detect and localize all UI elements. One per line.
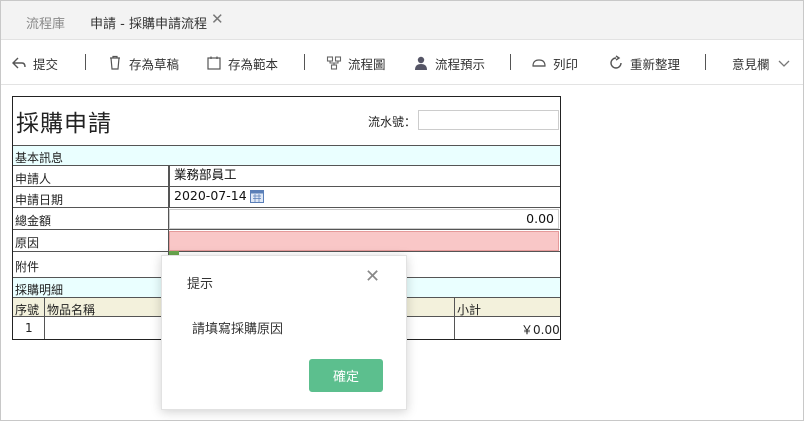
calendar-icon (207, 56, 221, 70)
flowchart-label: 流程圖 (348, 56, 386, 72)
row-reason: 原因 (13, 229, 560, 251)
refresh-button[interactable]: 重新整理 (608, 54, 680, 72)
form-title: 採購申請 (16, 111, 112, 137)
tab-purchase-request[interactable]: 申請 - 採購申請流程 (90, 13, 207, 32)
save-draft-button[interactable]: 存為草稿 (107, 54, 179, 72)
toolbar: 提交 存為草稿 存為範本 流程圖 流程預示 列印 重新整理 意見欄 (1, 41, 803, 85)
trash-icon (110, 55, 120, 70)
tab-process-library[interactable]: 流程庫 (26, 13, 65, 32)
applicant-value: 業務部員工 (169, 166, 558, 186)
refresh-label: 重新整理 (630, 56, 681, 72)
print-label: 列印 (553, 56, 579, 72)
toolbar-divider (85, 54, 86, 70)
tab-bar: 流程庫 申請 - 採購申請流程 ✕ (1, 1, 803, 40)
dialog-message: 請填寫採購原因 (192, 322, 284, 337)
save-template-button[interactable]: 存為範本 (206, 54, 278, 72)
total-amount-field[interactable]: 0.00 (169, 209, 559, 229)
serial-number-field[interactable] (418, 110, 559, 130)
row-applicant: 申請人 業務部員工 (13, 165, 560, 186)
user-icon (415, 56, 427, 70)
section-basic-info: 基本訊息 (13, 145, 560, 165)
toolbar-divider (510, 54, 511, 70)
flowchart-icon (326, 56, 342, 70)
save-draft-label: 存為草稿 (129, 56, 180, 72)
flowchart-button[interactable]: 流程圖 (326, 54, 386, 72)
confirm-button[interactable]: 確定 (309, 359, 383, 392)
toolbar-divider (304, 54, 305, 70)
section-detail-label: 採購明細 (15, 283, 64, 297)
row-subtotal: ￥0.00 (521, 323, 560, 337)
attachment-label: 附件 (15, 260, 40, 274)
apply-date-value[interactable]: 2020-07-14 (169, 187, 558, 207)
submit-label: 提交 (33, 56, 59, 72)
row-number: 1 (25, 321, 33, 335)
flow-preview-button[interactable]: 流程預示 (413, 54, 485, 72)
dialog-close-icon[interactable]: ✕ (365, 267, 380, 287)
tab-close-icon[interactable]: ✕ (211, 11, 224, 27)
row-total-amount: 總金額 0.00 (13, 207, 560, 229)
print-icon (532, 59, 546, 67)
chevron-down-icon (778, 60, 789, 67)
grid-line (44, 297, 45, 339)
reason-field[interactable] (169, 231, 559, 251)
toolbar-divider (705, 54, 706, 70)
dialog-title: 提示 (187, 277, 214, 292)
calendar-picker-icon[interactable] (250, 190, 264, 203)
section-basic-label: 基本訊息 (15, 151, 64, 165)
refresh-icon (610, 55, 622, 69)
alert-dialog: 提示 ✕ 請填寫採購原因 確定 (161, 255, 407, 410)
flow-preview-label: 流程預示 (435, 56, 486, 72)
row-apply-date: 申請日期 2020-07-14 (13, 186, 560, 207)
total-amount-label: 總金額 (15, 214, 52, 228)
submit-button[interactable]: 提交 (11, 54, 58, 72)
comments-label: 意見欄 (732, 56, 770, 72)
applicant-label: 申請人 (15, 172, 52, 186)
serial-number-label: 流水號： (368, 115, 417, 129)
reply-arrow-icon (12, 57, 26, 69)
reason-label: 原因 (15, 236, 40, 250)
comments-dropdown[interactable]: 意見欄 (732, 54, 792, 72)
apply-date-label: 申請日期 (15, 193, 64, 207)
print-button[interactable]: 列印 (531, 54, 578, 72)
grid-line (454, 297, 455, 339)
save-template-label: 存為範本 (228, 56, 279, 72)
